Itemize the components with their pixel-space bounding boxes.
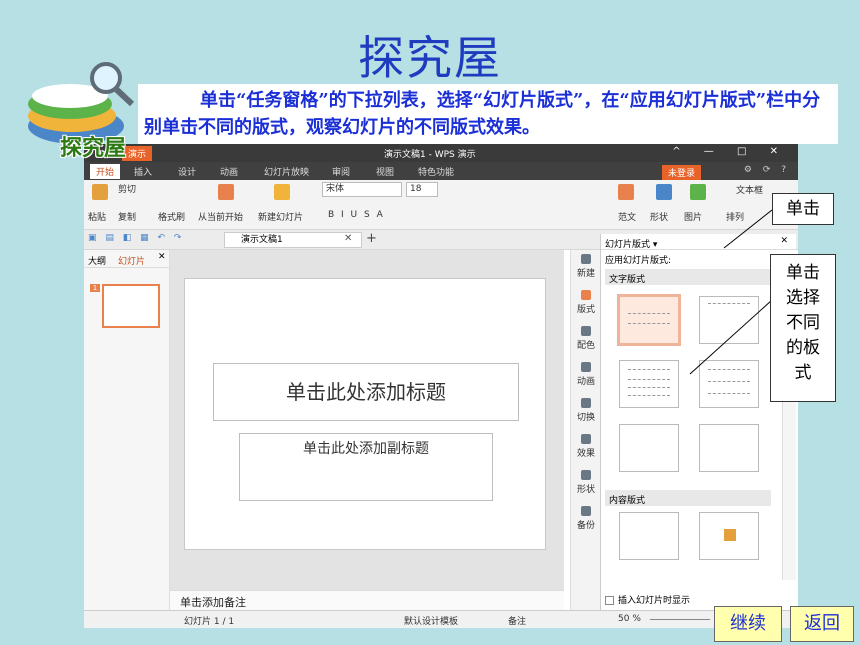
slides-pane: 大纲 幻灯片 ✕ 1 <box>84 250 170 610</box>
app-menu-button[interactable]: 演示 <box>122 146 153 161</box>
logo-text: 探究屋 <box>60 136 127 161</box>
new-slide-button[interactable]: 新建幻灯片 <box>258 210 303 223</box>
side-toolbar: 新建 版式 配色 动画 切换 效果 形状 备份 <box>570 250 600 610</box>
new-tab-icon[interactable]: + <box>366 231 377 246</box>
slideshow-icon[interactable] <box>218 184 234 200</box>
tab-animation[interactable]: 动画 <box>220 165 238 178</box>
zoom-level: 50 % <box>618 614 641 624</box>
tab-slideshow[interactable]: 幻灯片放映 <box>264 165 309 178</box>
slide-thumbnail[interactable] <box>102 284 160 328</box>
side-transition-button[interactable]: 切换 <box>571 398 601 423</box>
close-pane-icon[interactable]: ✕ <box>158 252 166 262</box>
paste-button[interactable]: 粘贴 <box>88 210 106 223</box>
window-title: 演示文稿1 - WPS 演示 <box>384 150 476 160</box>
picture-icon[interactable] <box>690 184 706 200</box>
font-select[interactable]: 宋体 <box>322 182 402 197</box>
tab-insert[interactable]: 插入 <box>134 165 152 178</box>
new-slide-icon[interactable] <box>274 184 290 200</box>
layout-title-slide[interactable] <box>617 294 681 346</box>
layout-blank[interactable] <box>619 512 679 560</box>
layout-content[interactable] <box>699 512 759 560</box>
continue-button[interactable]: 继续 <box>714 606 782 642</box>
task-pane-header[interactable]: 幻灯片版式 ▾ ✕ <box>601 234 796 250</box>
window-controls[interactable]: ^ — □ ✕ <box>672 146 788 157</box>
status-bar: 幻灯片 1 / 1 默认设计模板 备注 50 % <box>84 610 798 628</box>
ribbon: 粘贴 剪切 复制 格式刷 从当前开始 新建幻灯片 宋体 18 B I U S A… <box>84 180 798 230</box>
from-current-button[interactable]: 从当前开始 <box>198 210 243 223</box>
workspace: 大纲 幻灯片 ✕ 1 单击此处添加标题 单击此处添加副标题 单击添加备注 新建 … <box>84 234 798 610</box>
slide-canvas: 单击此处添加标题 单击此处添加副标题 <box>170 250 564 590</box>
thumb-number: 1 <box>90 284 100 292</box>
apply-layout-label: 应用幻灯片版式: <box>605 256 672 266</box>
copy-button[interactable]: 复制 <box>118 210 136 223</box>
side-layout-button[interactable]: 版式 <box>571 290 601 315</box>
cut-button[interactable]: 剪切 <box>118 182 136 195</box>
task-pane-close-icon[interactable]: ✕ <box>780 236 788 246</box>
side-animation-button[interactable]: 动画 <box>571 362 601 387</box>
help-icon[interactable]: ⚙ ⟳ ? <box>744 165 790 175</box>
quick-access-icons[interactable]: ▣ ▤ ◧ ▦ ↶ ↷ <box>88 233 184 243</box>
side-color-button[interactable]: 配色 <box>571 326 601 351</box>
close-tab-icon[interactable]: ✕ <box>344 233 352 244</box>
template-icon[interactable] <box>618 184 634 200</box>
shape-button[interactable]: 形状 <box>650 210 668 223</box>
login-button[interactable]: 未登录 <box>662 165 702 180</box>
title-bar: 演示 演示文稿1 - WPS 演示 ^ — □ ✕ <box>84 144 798 162</box>
tab-outline[interactable]: 大纲 <box>88 254 106 267</box>
task-pane: 幻灯片版式 ▾ ✕ 应用幻灯片版式: 文字版式 内容版式 插入幻灯片时显示 <box>600 234 796 610</box>
show-on-insert-checkbox[interactable]: 插入幻灯片时显示 <box>605 593 690 606</box>
notes-toggle[interactable]: 备注 <box>508 614 526 627</box>
zoom-slider[interactable] <box>650 619 710 620</box>
title-placeholder[interactable]: 单击此处添加标题 <box>213 363 519 421</box>
side-backup-button[interactable]: 备份 <box>571 506 601 531</box>
layout-title-text[interactable] <box>619 360 679 408</box>
layout-two-column[interactable] <box>699 360 759 408</box>
font-style-buttons[interactable]: B I U S A <box>328 210 385 220</box>
picture-button[interactable]: 图片 <box>684 210 702 223</box>
template-button[interactable]: 范文 <box>618 210 636 223</box>
slide-editor[interactable]: 单击此处添加标题 单击此处添加副标题 <box>184 278 546 550</box>
tab-review[interactable]: 审阅 <box>332 165 350 178</box>
back-button[interactable]: 返回 <box>790 606 854 642</box>
document-tab[interactable]: 演示文稿1 <box>224 232 362 248</box>
subtitle-placeholder[interactable]: 单击此处添加副标题 <box>239 433 493 501</box>
callout-click: 单击 <box>772 193 834 225</box>
layout-vertical-two[interactable] <box>699 424 759 472</box>
tab-home[interactable]: 开始 <box>90 164 121 179</box>
tab-view[interactable]: 视图 <box>376 165 394 178</box>
layout-title-only[interactable] <box>699 296 759 344</box>
wps-presentation-window: 演示 演示文稿1 - WPS 演示 ^ — □ ✕ 开始 插入 设计 动画 幻灯… <box>84 144 798 628</box>
text-layouts-section: 文字版式 <box>605 269 770 285</box>
format-painter-button[interactable]: 格式刷 <box>158 210 185 223</box>
side-effect-button[interactable]: 效果 <box>571 434 601 459</box>
notes-area[interactable]: 单击添加备注 <box>170 590 564 610</box>
callout-select-layout: 单击 选择 不同 的板 式 <box>770 254 836 402</box>
tab-features[interactable]: 特色功能 <box>418 165 454 178</box>
instruction-text: 单击“任务窗格”的下拉列表，选择“幻灯片版式”，在“应用幻灯片版式”栏中分别单击… <box>138 84 838 144</box>
pane-tabs: 大纲 幻灯片 ✕ <box>84 250 169 268</box>
menu-bar: 开始 插入 设计 动画 幻灯片放映 审阅 视图 特色功能 未登录 ⚙ ⟳ ? <box>84 162 798 180</box>
tab-design[interactable]: 设计 <box>178 165 196 178</box>
side-new-button[interactable]: 新建 <box>571 254 601 279</box>
arrange-button[interactable]: 排列 <box>726 210 744 223</box>
side-shape-button[interactable]: 形状 <box>571 470 601 495</box>
shape-icon[interactable] <box>656 184 672 200</box>
tab-slides[interactable]: 幻灯片 <box>118 254 145 267</box>
textbox-button[interactable]: 文本框 <box>736 183 763 196</box>
font-size-select[interactable]: 18 <box>406 182 438 197</box>
slide-counter: 幻灯片 1 / 1 <box>184 617 235 627</box>
content-layouts-section: 内容版式 <box>605 490 771 506</box>
template-name: 默认设计模板 <box>404 617 459 627</box>
layout-vertical-text[interactable] <box>619 424 679 472</box>
paste-icon[interactable] <box>92 184 108 200</box>
